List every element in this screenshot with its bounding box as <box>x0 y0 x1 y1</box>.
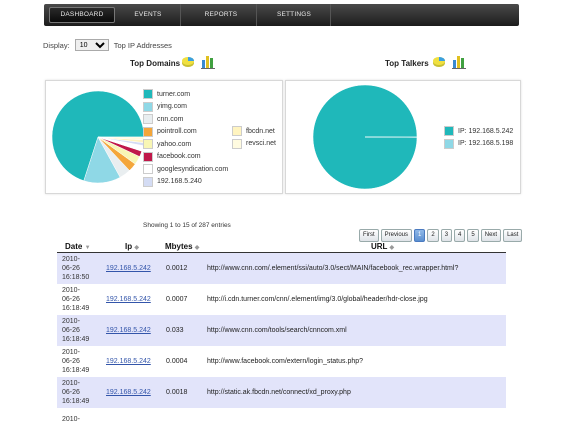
legend-swatch <box>143 164 153 174</box>
traffic-table: Date ▼ Ip ◆ Mbytes ◆ URL ◆ 2010-06-2616:… <box>57 240 506 439</box>
cell-date: 2010-06-2616:18:49 <box>57 315 101 346</box>
cell-ip: 192.168.5.242 <box>101 315 139 346</box>
legend-swatch <box>444 126 454 136</box>
top-domains-title: Top Domains <box>130 59 180 68</box>
legend-label: 192.168.5.240 <box>157 178 202 185</box>
legend-item: yahoo.com <box>143 138 228 151</box>
legend-label: yimg.com <box>157 103 187 110</box>
legend-label: facebook.com <box>157 153 201 160</box>
legend-label: yahoo.com <box>157 141 191 148</box>
top-domains-pie <box>48 87 148 187</box>
display-count-select[interactable]: 10 <box>75 39 109 51</box>
cell-date: 2010-06-2616:18:49 <box>57 377 101 408</box>
legend-label: IP: 192.168.5.242 <box>458 128 513 135</box>
pie-chart-icon[interactable] <box>181 54 197 70</box>
legend-swatch <box>143 139 153 149</box>
sort-icon: ◆ <box>134 245 139 251</box>
cell-ip: 192.168.5.242 <box>101 253 139 285</box>
cell-mbytes <box>139 408 201 439</box>
sort-desc-icon: ▼ <box>85 245 91 251</box>
cell-url: http://www.cnn.com/.element/ssi/auto/3.0… <box>201 253 506 285</box>
legend-label: pointroll.com <box>157 128 197 135</box>
legend-swatch <box>444 139 454 149</box>
legend-item: googlesyndication.com <box>143 163 228 176</box>
nav-settings[interactable]: SETTINGS <box>258 4 331 26</box>
legend-swatch <box>143 102 153 112</box>
nav-dashboard[interactable]: DASHBOARD <box>49 7 115 23</box>
cell-url: http://www.cnn.com/tools/search/cnncom.x… <box>201 315 506 346</box>
domains-legend-extra: fbcdn.net revsci.net <box>232 125 276 150</box>
top-talkers-panel: IP: 192.168.5.242 IP: 192.168.5.198 <box>285 80 521 194</box>
main-nav: DASHBOARD EVENTS REPORTS SETTINGS <box>44 4 519 26</box>
display-suffix: Top IP Addresses <box>114 41 172 50</box>
nav-reports[interactable]: REPORTS <box>186 4 257 26</box>
domains-legend-main: turner.com yimg.com cnn.com pointroll.com ya… <box>143 88 228 188</box>
legend-swatch <box>143 152 153 162</box>
sort-icon: ◆ <box>195 245 200 251</box>
sort-icon: ◆ <box>390 245 395 251</box>
table-row[interactable]: 2010-06-2616:18:49192.168.5.2420.0004htt… <box>57 346 506 377</box>
col-header-ip[interactable]: Ip ◆ <box>101 240 139 253</box>
cell-ip: 192.168.5.242 <box>101 377 139 408</box>
legend-item: turner.com <box>143 88 228 101</box>
table-row[interactable]: 2010-06-2616:18:49192.168.5.2420.0007htt… <box>57 284 506 315</box>
top-domains-panel: turner.com yimg.com cnn.com pointroll.com ya… <box>45 80 283 194</box>
cell-url: http://static.ak.fbcdn.net/connect/xd_pr… <box>201 377 506 408</box>
legend-label: turner.com <box>157 91 190 98</box>
legend-item: yimg.com <box>143 101 228 114</box>
ip-link[interactable]: 192.168.5.242 <box>106 296 151 303</box>
legend-item: 192.168.5.240 <box>143 176 228 189</box>
legend-swatch <box>143 89 153 99</box>
talkers-legend: IP: 192.168.5.242 IP: 192.168.5.198 <box>444 125 513 150</box>
cell-ip: 192.168.5.242 <box>101 346 139 377</box>
legend-item: pointroll.com <box>143 126 228 139</box>
cell-url <box>201 408 506 439</box>
ip-link[interactable]: 192.168.5.242 <box>106 389 151 396</box>
display-control: Display: 10 Top IP Addresses <box>43 39 172 51</box>
legend-item: facebook.com <box>143 151 228 164</box>
legend-swatch <box>143 127 153 137</box>
top-talkers-pie <box>310 82 420 192</box>
legend-item: cnn.com <box>143 113 228 126</box>
pie-chart-icon[interactable] <box>432 54 448 70</box>
cell-ip <box>101 408 139 439</box>
legend-label: googlesyndication.com <box>157 166 228 173</box>
cell-date: 2010-06-2616:18:49 <box>57 284 101 315</box>
display-label: Display: <box>43 41 70 50</box>
top-talkers-title: Top Talkers <box>385 59 429 68</box>
legend-swatch <box>143 114 153 124</box>
cell-date: 2010- <box>57 408 101 439</box>
nav-events[interactable]: EVENTS <box>116 4 181 26</box>
table-row[interactable]: 2010-06-2616:18:50192.168.5.2420.0012htt… <box>57 253 506 285</box>
legend-swatch <box>232 126 242 136</box>
col-header-url[interactable]: URL ◆ <box>201 240 506 253</box>
col-header-mbytes[interactable]: Mbytes ◆ <box>139 240 201 253</box>
bar-chart-icon[interactable] <box>200 53 216 69</box>
legend-swatch <box>143 177 153 187</box>
legend-item: IP: 192.168.5.242 <box>444 125 513 138</box>
legend-item: IP: 192.168.5.198 <box>444 138 513 151</box>
table-info: Showing 1 to 15 of 287 entries <box>143 222 231 229</box>
cell-url: http://i.cdn.turner.com/cnn/.element/img… <box>201 284 506 315</box>
col-header-date[interactable]: Date ▼ <box>57 240 101 253</box>
cell-url: http://www.facebook.com/extern/login_sta… <box>201 346 506 377</box>
legend-label: cnn.com <box>157 116 183 123</box>
table-row[interactable]: 2010-06-2616:18:49192.168.5.2420.0018htt… <box>57 377 506 408</box>
legend-label: fbcdn.net <box>246 128 275 135</box>
legend-swatch <box>232 139 242 149</box>
legend-item: fbcdn.net <box>232 125 276 138</box>
table-row[interactable]: 2010-06-2616:18:49192.168.5.2420.033http… <box>57 315 506 346</box>
legend-label: IP: 192.168.5.198 <box>458 140 513 147</box>
ip-link[interactable]: 192.168.5.242 <box>106 265 151 272</box>
legend-item: revsci.net <box>232 138 276 151</box>
legend-label: revsci.net <box>246 140 276 147</box>
bar-chart-icon[interactable] <box>451 53 467 69</box>
table-row[interactable]: 2010- <box>57 408 506 439</box>
ip-link[interactable]: 192.168.5.242 <box>106 358 151 365</box>
ip-link[interactable]: 192.168.5.242 <box>106 327 151 334</box>
cell-date: 2010-06-2616:18:50 <box>57 253 101 285</box>
cell-date: 2010-06-2616:18:49 <box>57 346 101 377</box>
cell-ip: 192.168.5.242 <box>101 284 139 315</box>
